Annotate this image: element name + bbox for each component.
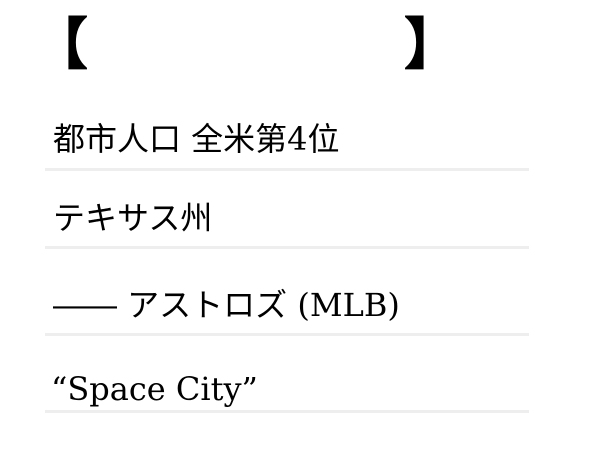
answer-frame: 【 】 <box>0 0 600 100</box>
hint-item: 都市人口 全米第4位 <box>45 112 529 171</box>
hint-text-nickname: “Space City” <box>51 370 258 408</box>
left-bracket: 【 <box>32 13 88 78</box>
hint-list: 都市人口 全米第4位 テキサス州 ―― アストロズ (MLB) “Space C… <box>45 112 529 413</box>
hint-item: テキサス州 <box>45 171 529 249</box>
hint-text-state: テキサス州 <box>53 199 213 237</box>
hint-text-population: 都市人口 全米第4位 <box>53 120 340 158</box>
hint-item: “Space City” <box>45 336 529 413</box>
hint-item: ―― アストロズ (MLB) <box>45 249 529 336</box>
right-bracket: 】 <box>404 13 460 78</box>
hint-text-team: ―― アストロズ (MLB) <box>53 286 400 324</box>
